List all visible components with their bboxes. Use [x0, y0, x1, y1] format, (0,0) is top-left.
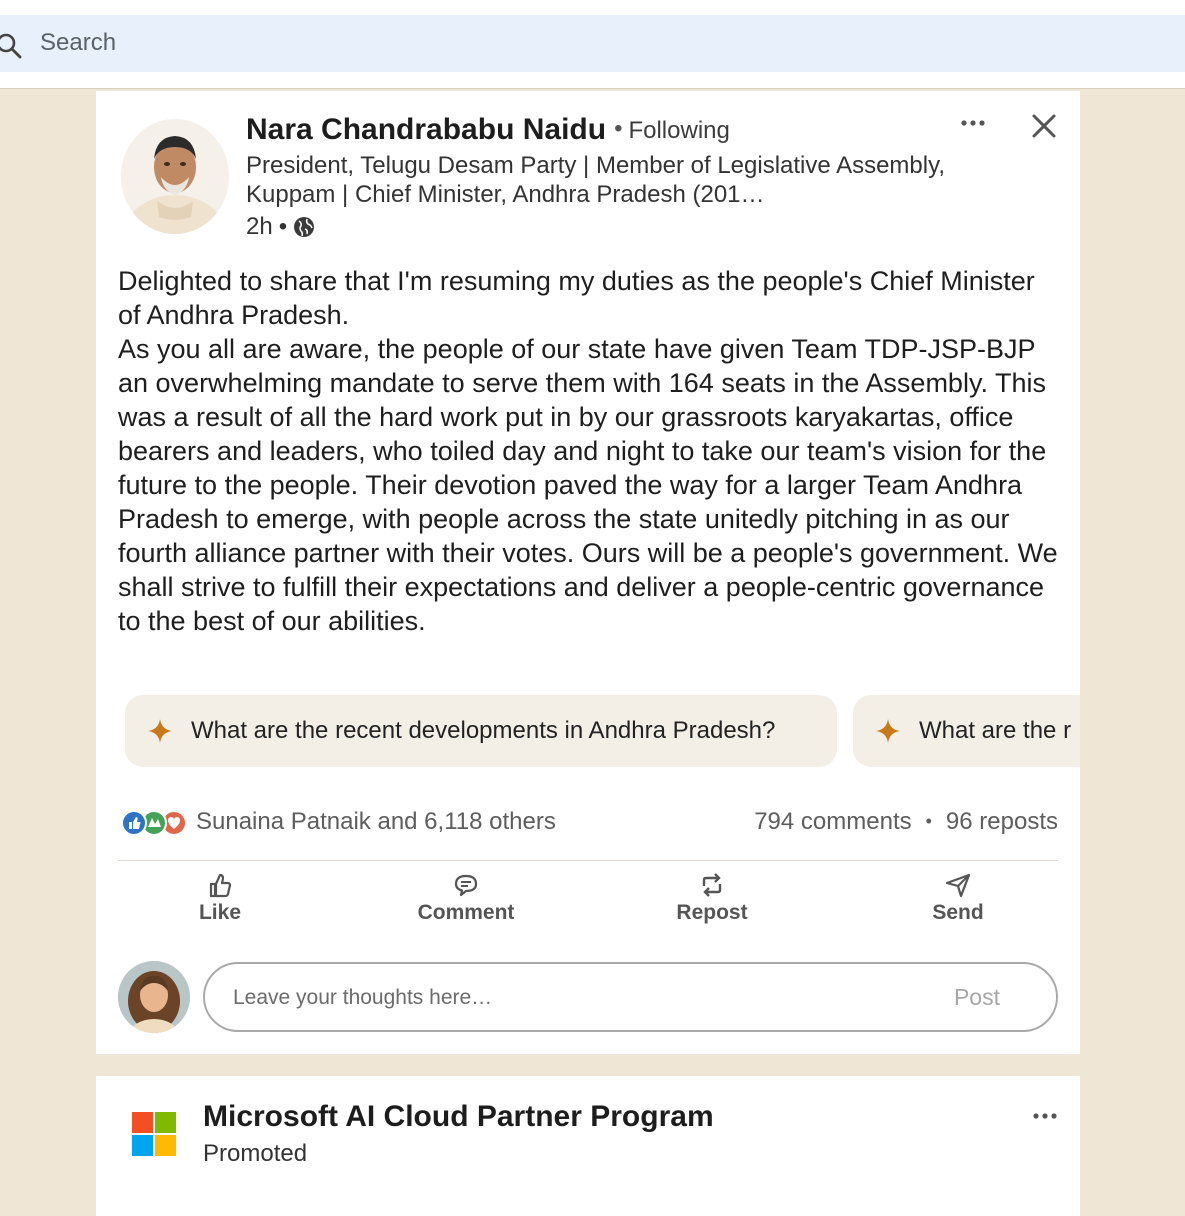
repost-button[interactable]: Repost	[642, 871, 782, 931]
sparkle-icon	[148, 719, 172, 743]
engagement-counts: 794 comments • 96 reposts	[754, 808, 1058, 836]
like-icon	[209, 873, 232, 898]
post-paragraph: As you all are aware, the people of our …	[118, 334, 1058, 636]
post-time: 2h	[246, 213, 273, 240]
comment-label: Comment	[417, 901, 515, 924]
comment-box[interactable]: Post	[203, 962, 1058, 1032]
top-bar: Search	[0, 0, 1185, 89]
comment-input[interactable]	[231, 964, 875, 1032]
post-text: Delighted to share that I'm resuming my …	[118, 264, 1063, 638]
sparkle-icon	[876, 719, 900, 743]
post-meta: 2h •	[246, 213, 315, 241]
search-icon[interactable]	[0, 31, 24, 61]
globe-icon	[294, 217, 315, 237]
feed-post: Nara Chandrababu Naidu • Following Preside…	[96, 91, 1080, 1054]
close-icon[interactable]	[1031, 113, 1057, 139]
name-separator: •	[614, 115, 623, 142]
suggestion-chip[interactable]: What are the r	[853, 695, 1080, 767]
reposts-count[interactable]: 96 reposts	[946, 808, 1058, 835]
comment-icon	[454, 874, 478, 897]
search-bar[interactable]: Search	[0, 15, 1185, 72]
more-icon[interactable]	[959, 113, 989, 133]
suggestion-text: What are the r	[919, 717, 1072, 744]
repost-label: Repost	[676, 901, 748, 924]
like-label: Like	[198, 901, 242, 924]
author-name-line: Nara Chandrababu Naidu • Following	[246, 113, 730, 147]
send-label: Send	[932, 901, 984, 924]
send-button[interactable]: Send	[888, 871, 1028, 931]
advertiser-name[interactable]: Microsoft AI Cloud Partner Program	[203, 1100, 714, 1134]
suggestion-chip[interactable]: What are the recent developments in Andh…	[125, 695, 837, 767]
counts-separator: •	[925, 811, 932, 831]
reactors-summary[interactable]: Sunaina Patnaik and 6,118 others	[196, 808, 556, 836]
divider	[118, 860, 1058, 861]
search-input[interactable]: Search	[40, 29, 116, 57]
more-icon[interactable]	[1031, 1106, 1061, 1126]
promoted-label: Promoted	[203, 1140, 308, 1167]
social-counts: Sunaina Patnaik and 6,118 others 794 com…	[118, 806, 1058, 840]
repost-icon	[702, 873, 722, 897]
like-button[interactable]: Like	[150, 871, 290, 931]
post-paragraph: Delighted to share that I'm resuming my …	[118, 266, 1035, 330]
reaction-icons[interactable]	[118, 808, 190, 838]
send-icon	[945, 873, 971, 898]
promoted-post: Microsoft AI Cloud Partner Program Promo…	[96, 1076, 1080, 1216]
post-comment-button[interactable]: Post	[954, 984, 1000, 1011]
following-status: Following	[628, 117, 730, 144]
author-name[interactable]: Nara Chandrababu Naidu	[246, 113, 606, 146]
author-avatar[interactable]	[121, 119, 229, 234]
comments-count[interactable]: 794 comments	[754, 808, 911, 835]
comment-button[interactable]: Comment	[396, 871, 536, 931]
author-headline: President, Telugu Desam Party | Member o…	[246, 152, 945, 208]
meta-separator: •	[278, 213, 288, 240]
microsoft-logo[interactable]	[132, 1112, 176, 1156]
user-avatar[interactable]	[118, 961, 190, 1033]
suggestion-text: What are the recent developments in Andh…	[191, 717, 776, 744]
